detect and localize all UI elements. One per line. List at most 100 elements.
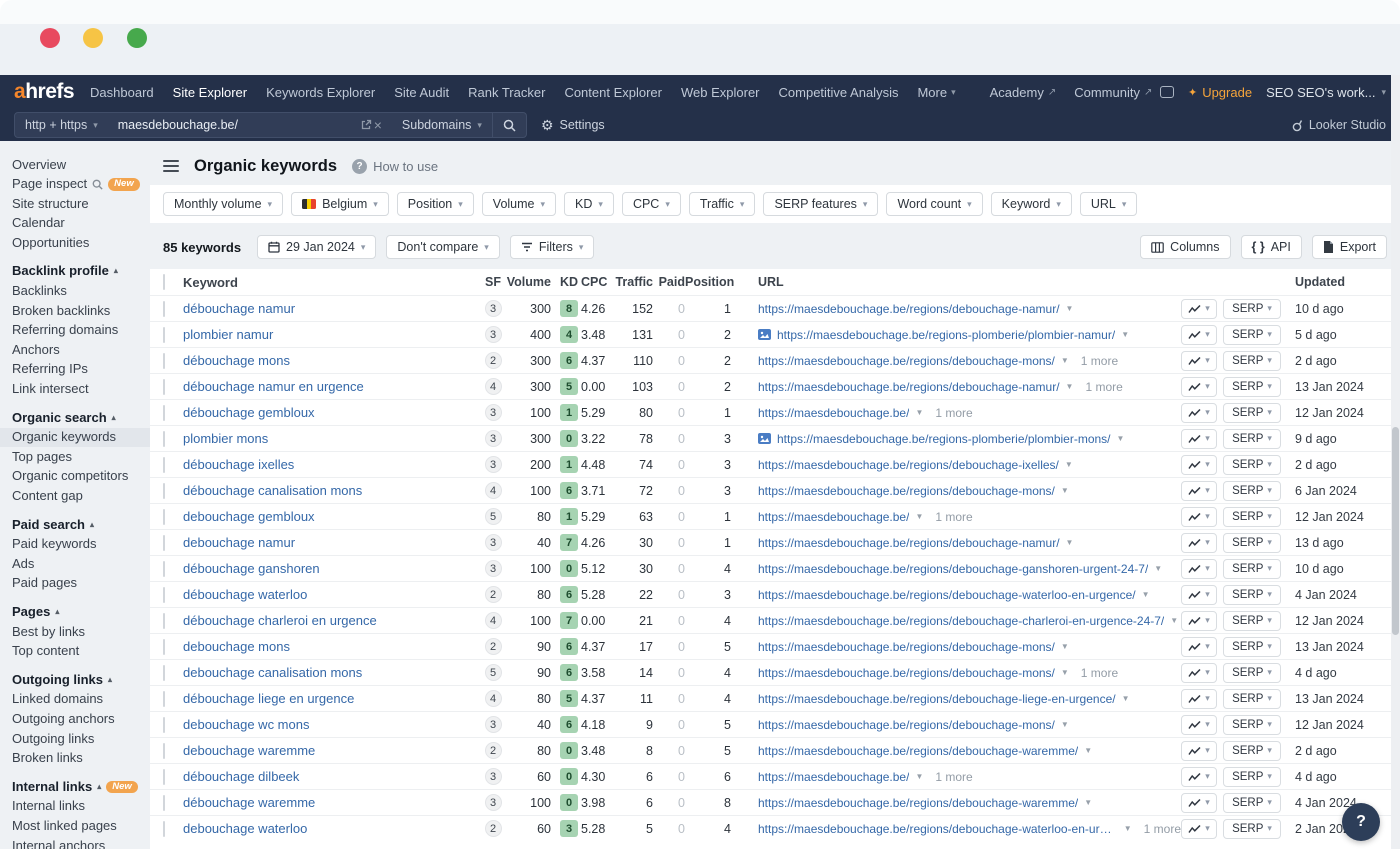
row-checkbox[interactable] [163,587,165,603]
keyword-link[interactable]: debouchage gembloux [183,509,315,524]
close-window-button[interactable] [40,28,60,48]
header-paid[interactable]: Paid [653,275,685,289]
keyword-link[interactable]: débouchage ganshoren [183,561,320,576]
serp-button[interactable]: SERP ▾ [1223,507,1281,527]
sidebar-item[interactable]: Organic search ▴ [0,408,150,428]
caret-down-icon[interactable]: ▼ [915,772,923,781]
row-checkbox[interactable] [163,821,165,837]
row-checkbox[interactable] [163,509,165,525]
sidebar-item[interactable]: Top pages ▴ [0,447,150,467]
filters-button[interactable]: Filters ▾ [510,235,595,259]
serp-button[interactable]: SERP ▾ [1223,533,1281,553]
looker-studio-link[interactable]: Looker Studio [1292,118,1386,132]
maximize-window-button[interactable] [127,28,147,48]
url-link[interactable]: https://maesdebouchage.be/regions/debouc… [758,640,1055,654]
row-checkbox[interactable] [163,431,165,447]
row-checkbox[interactable] [163,665,165,681]
url-link[interactable]: https://maesdebouchage.be/regions/debouc… [758,692,1116,706]
caret-down-icon[interactable]: ▼ [1061,642,1069,651]
keyword-link[interactable]: plombier mons [183,431,268,446]
filter-pill[interactable]: CPC ▾ [622,192,681,216]
settings-button[interactable]: ⚙ Settings [541,117,605,134]
sidebar-item[interactable]: Paid pages ▴ [0,574,150,594]
api-button[interactable]: { } API [1241,235,1302,259]
position-history-chart-button[interactable]: ▾ [1181,793,1217,813]
sidebar-item[interactable]: Outgoing links ▴ [0,670,150,690]
nav-item[interactable]: Web Explorer ▾ [681,85,760,100]
filter-pill[interactable]: Word count ▾ [886,192,982,216]
header-position[interactable]: Position [685,275,731,289]
caret-down-icon[interactable]: ▼ [1061,486,1069,495]
caret-down-icon[interactable]: ▼ [1066,382,1074,391]
position-history-chart-button[interactable]: ▾ [1181,325,1217,345]
sidebar-item[interactable]: Ads ▴ [0,554,150,574]
keyword-link[interactable]: débouchage dilbeek [183,769,299,784]
row-checkbox[interactable] [163,769,165,785]
header-url[interactable]: URL [758,275,1181,289]
sidebar-item[interactable]: Top content ▴ [0,642,150,662]
sidebar-item[interactable]: Backlink profile ▴ [0,262,150,282]
clear-input-icon[interactable]: × [372,117,392,133]
filter-pill[interactable]: Belgium ▾ [291,192,389,216]
row-checkbox[interactable] [163,639,165,655]
sidebar-item[interactable]: Linked domains ▴ [0,690,150,710]
url-link[interactable]: https://maesdebouchage.be/regions/debouc… [758,302,1060,316]
nav-item[interactable]: Dashboard ▾ [90,85,154,100]
sidebar-item[interactable]: Outgoing anchors ▴ [0,709,150,729]
header-keyword[interactable]: Keyword [183,275,483,290]
caret-down-icon[interactable]: ▼ [1061,720,1069,729]
serp-button[interactable]: SERP ▾ [1223,403,1281,423]
serp-button[interactable]: SERP ▾ [1223,663,1281,683]
url-link[interactable]: https://maesdebouchage.be/ [758,770,909,784]
nav-external-link[interactable]: Community ↗ [1074,85,1152,100]
caret-down-icon[interactable]: ▼ [1061,668,1069,677]
device-icon[interactable] [1160,86,1174,98]
export-button[interactable]: Export [1312,235,1387,259]
compare-select[interactable]: Don't compare ▾ [386,235,499,259]
caret-down-icon[interactable]: ▼ [1121,330,1129,339]
position-history-chart-button[interactable]: ▾ [1181,533,1217,553]
nav-item[interactable]: More ▾ [917,85,955,100]
scope-select[interactable]: Subdomains ▾ [392,113,492,137]
how-to-use-link[interactable]: ? How to use [352,159,438,174]
keyword-link[interactable]: debouchage namur [183,535,295,550]
menu-toggle-icon[interactable] [163,160,179,172]
caret-down-icon[interactable]: ▼ [1066,304,1074,313]
select-all-checkbox[interactable] [163,274,165,290]
header-kd[interactable]: KD [551,275,581,289]
url-link[interactable]: https://maesdebouchage.be/regions/debouc… [758,536,1060,550]
search-button[interactable] [492,113,526,137]
minimize-window-button[interactable] [83,28,103,48]
keyword-link[interactable]: debouchage waterloo [183,821,307,836]
caret-down-icon[interactable]: ▼ [1170,616,1178,625]
sidebar-item[interactable]: Internal links ▴ [0,797,150,817]
more-urls-link[interactable]: 1 more [935,770,972,784]
keyword-link[interactable]: debouchage mons [183,639,290,654]
serp-button[interactable]: SERP ▾ [1223,481,1281,501]
url-link[interactable]: https://maesdebouchage.be/regions/debouc… [758,796,1078,810]
filter-pill[interactable]: Volume ▾ [482,192,556,216]
keyword-link[interactable]: débouchage ixelles [183,457,294,472]
header-traffic[interactable]: Traffic [615,275,653,289]
sidebar-item[interactable]: Pages ▴ [0,602,150,622]
header-updated[interactable]: Updated [1295,275,1387,289]
scrollbar[interactable] [1391,75,1400,849]
serp-button[interactable]: SERP ▾ [1223,819,1281,839]
more-urls-link[interactable]: 1 more [1081,666,1118,680]
position-history-chart-button[interactable]: ▾ [1181,351,1217,371]
serp-button[interactable]: SERP ▾ [1223,637,1281,657]
keyword-link[interactable]: plombier namur [183,327,273,342]
filter-pill[interactable]: Position ▾ [397,192,474,216]
url-link[interactable]: https://maesdebouchage.be/regions/debouc… [758,614,1164,628]
keyword-link[interactable]: debouchage wc mons [183,717,309,732]
position-history-chart-button[interactable]: ▾ [1181,559,1217,579]
row-checkbox[interactable] [163,301,165,317]
serp-button[interactable]: SERP ▾ [1223,429,1281,449]
filter-pill[interactable]: URL ▾ [1080,192,1138,216]
serp-button[interactable]: SERP ▾ [1223,559,1281,579]
more-urls-link[interactable]: 1 more [1081,354,1118,368]
url-link[interactable]: https://maesdebouchage.be/regions/debouc… [758,588,1136,602]
url-link[interactable]: https://maesdebouchage.be/regions/debouc… [758,666,1055,680]
protocol-select[interactable]: http + https ▾ [15,113,108,137]
position-history-chart-button[interactable]: ▾ [1181,689,1217,709]
